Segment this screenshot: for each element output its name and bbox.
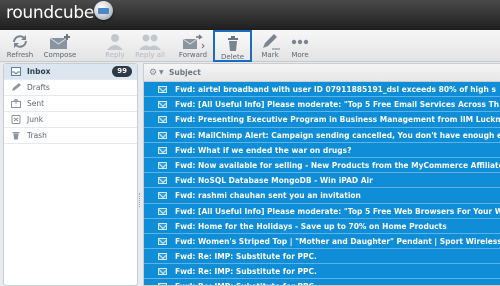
message-row[interactable]: Fwd: airtel broadband with user ID 07911… [144, 82, 500, 98]
message-row[interactable]: Fwd: Re: IMP: Substitute for PPC. [144, 249, 500, 265]
message-row[interactable]: Fwd: Home for the Holidays - Save up to … [144, 218, 500, 234]
folder-label: Trash [27, 131, 47, 140]
trash-icon [227, 36, 238, 51]
message-row[interactable]: Fwd: [All Useful Info] Please moderate: … [144, 97, 500, 113]
envelope-icon [158, 161, 167, 169]
mark-button[interactable]: Mark [256, 30, 284, 62]
refresh-label: Refresh [6, 51, 34, 59]
subject-column-header[interactable]: Subject [169, 64, 201, 82]
message-subject: Fwd: NoSQL Database MongoDB - Win iPAD A… [175, 176, 373, 186]
more-label: More [291, 51, 309, 59]
message-row[interactable]: Fwd: What if we ended the war on drugs? [144, 142, 500, 158]
envelope-icon [158, 116, 167, 124]
message-subject: Fwd: Presenting Executive Program in Bus… [175, 115, 500, 125]
folder-inbox[interactable]: Inbox 99 [4, 64, 137, 80]
message-row[interactable]: Fwd: MailChimp Alert: Campaign sending c… [144, 127, 500, 143]
message-row[interactable]: Fwd: Re: IMP: Substitute for PPC. [144, 264, 500, 280]
folder-junk[interactable]: Junk [4, 112, 137, 128]
folder-list: Inbox 99 Drafts Sent Junk Trash [3, 63, 138, 286]
message-subject: Fwd: rashmi chauhan sent you an invitati… [175, 191, 361, 201]
envelope-icon [158, 237, 167, 245]
trash-icon [12, 132, 20, 140]
message-row[interactable]: Fwd: rashmi chauhan sent you an invitati… [144, 188, 500, 204]
message-subject: Fwd: Re: IMP: Substitute for PPC. [175, 279, 317, 285]
delete-label: Delete [221, 53, 244, 61]
forward-icon [182, 34, 205, 49]
message-subject: Fwd: [All Useful Info] Please moderate: … [175, 206, 500, 216]
message-subject: Fwd: airtel broadband with user ID 07911… [175, 85, 496, 94]
reply-all-button[interactable]: Reply all [133, 30, 167, 62]
more-icon [291, 39, 309, 45]
inbox-icon [11, 67, 21, 76]
refresh-icon [13, 35, 27, 48]
folder-sent[interactable]: Sent [4, 96, 137, 112]
pane-splitter[interactable] [139, 63, 144, 286]
message-subject: Fwd: MailChimp Alert: Campaign sending c… [175, 130, 500, 140]
envelope-icon [158, 101, 167, 109]
compose-label: Compose [43, 51, 77, 59]
envelope-icon [158, 192, 167, 200]
forward-button[interactable]: Forward [176, 30, 210, 62]
reply-label: Reply [105, 51, 125, 59]
message-row[interactable]: Fwd: Re: IMP: Substitute for PPC. [144, 279, 500, 285]
app-logo: roundcube [6, 3, 95, 23]
message-subject: Fwd: Now available for selling - New Pro… [175, 160, 500, 170]
more-button[interactable]: More [286, 30, 314, 62]
forward-label: Forward [178, 51, 208, 59]
folder-label: Junk [27, 115, 44, 124]
message-subject: Fwd: Women's Striped Top | "Mother and D… [175, 236, 500, 246]
pencil-icon [263, 34, 280, 50]
chevron-down-icon[interactable]: ▼ [159, 64, 164, 82]
compose-icon [49, 34, 70, 49]
reply-all-label: Reply all [135, 51, 165, 59]
message-row[interactable]: Fwd: [All Useful Info] Please moderate: … [144, 203, 500, 219]
envelope-icon [158, 146, 167, 154]
message-row[interactable]: Fwd: Now available for selling - New Pro… [144, 157, 500, 174]
message-list-header: ⚙ ▼ Subject [144, 64, 500, 82]
folder-label: Drafts [27, 83, 50, 92]
envelope-icon [158, 268, 167, 276]
folder-label: Inbox [27, 67, 51, 76]
unread-count-badge: 99 [112, 66, 132, 77]
envelope-icon [158, 131, 167, 139]
message-rows: Fwd: airtel broadband with user ID 07911… [144, 82, 500, 285]
roundcube-logo-icon [94, 1, 113, 20]
envelope-icon [158, 86, 167, 93]
message-subject: Fwd: What if we ended the war on drugs? [175, 145, 352, 155]
delete-button[interactable]: Delete [213, 30, 252, 62]
message-subject: Fwd: Re: IMP: Substitute for PPC. [175, 252, 317, 262]
envelope-icon [158, 222, 167, 230]
junk-icon [11, 115, 21, 124]
refresh-button[interactable]: Refresh [6, 30, 34, 62]
message-subject: Fwd: Re: IMP: Substitute for PPC. [175, 267, 317, 277]
gear-icon[interactable]: ⚙ [149, 64, 157, 82]
reply-all-icon [139, 34, 161, 50]
toolbar: Refresh Compose Reply Reply all Forward … [0, 30, 500, 62]
message-row[interactable]: Fwd: Presenting Executive Program in Bus… [144, 112, 500, 128]
mark-label: Mark [261, 51, 279, 59]
compose-button[interactable]: Compose [40, 30, 80, 62]
envelope-icon [158, 207, 167, 215]
message-subject: Fwd: Home for the Holidays - Save up to … [175, 221, 447, 231]
folder-trash[interactable]: Trash [4, 128, 137, 144]
folder-label: Sent [27, 99, 45, 108]
message-row[interactable]: Fwd: NoSQL Database MongoDB - Win iPAD A… [144, 173, 500, 189]
message-row[interactable]: Fwd: Women's Striped Top | "Mother and D… [144, 233, 500, 250]
message-list: ⚙ ▼ Subject Fwd: airtel broadband with u… [143, 63, 500, 286]
drafts-icon [12, 83, 21, 91]
reply-icon [107, 34, 123, 50]
reply-button[interactable]: Reply [100, 30, 130, 62]
app-header: roundcube [0, 0, 500, 30]
sent-icon [11, 99, 21, 108]
folder-drafts[interactable]: Drafts [4, 80, 137, 96]
message-subject: Fwd: [All Useful Info] Please moderate: … [175, 100, 500, 110]
envelope-icon [158, 177, 167, 185]
envelope-icon [158, 253, 167, 261]
